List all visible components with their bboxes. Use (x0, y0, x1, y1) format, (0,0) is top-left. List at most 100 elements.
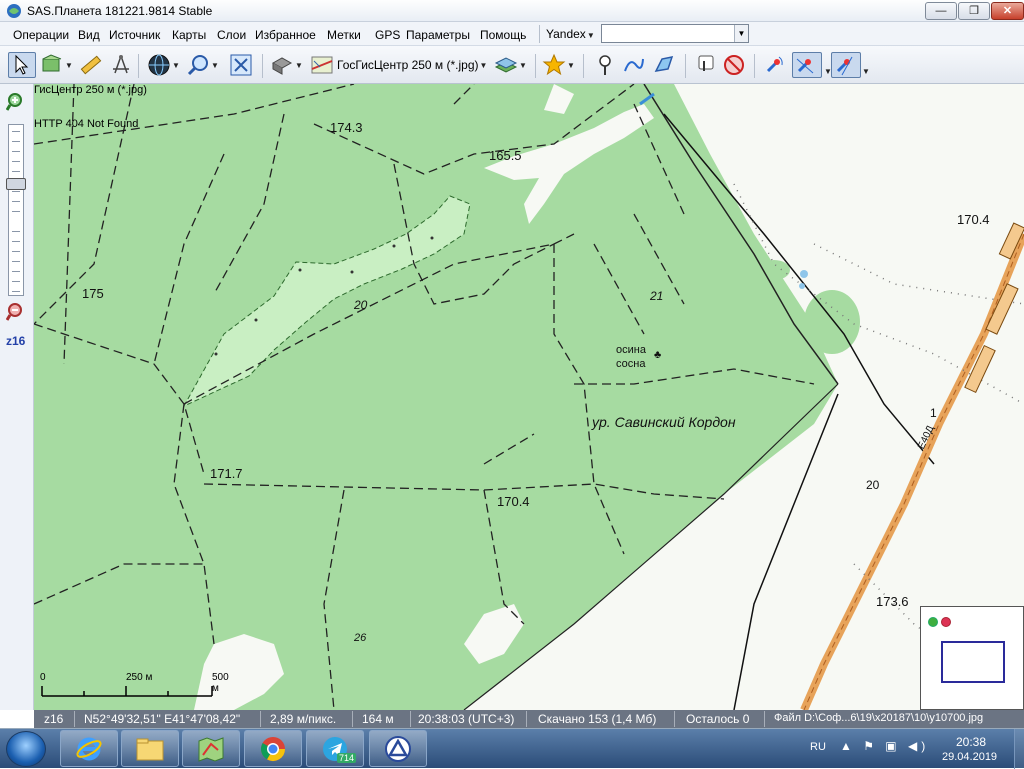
cursor-arrow-icon (15, 54, 29, 75)
search-history-chevron-icon[interactable]: ▼ (734, 25, 748, 42)
menu-favorites[interactable]: Избранное (255, 28, 316, 42)
status-separator (410, 711, 411, 727)
clock-time[interactable]: 20:38 (956, 735, 986, 749)
chevron-down-icon: ▼ (479, 60, 488, 70)
status-separator (526, 711, 527, 727)
select-area-tool-button[interactable]: ▼ (40, 52, 73, 78)
ruler-tool-button[interactable] (79, 52, 103, 78)
hide-marks-button[interactable] (722, 52, 746, 78)
taskbar-chrome-button[interactable] (244, 730, 302, 767)
zoom-in-icon[interactable] (6, 92, 26, 112)
toolbar-separator (535, 54, 536, 78)
map-source-dropdown[interactable]: ГосГисЦентр 250 м (*.jpg) ▼ (310, 52, 487, 78)
fullscreen-button[interactable] (229, 52, 253, 78)
toolbar-separator (138, 54, 139, 78)
menu-layers[interactable]: Слои (217, 28, 246, 42)
menu-maps[interactable]: Карты (172, 28, 206, 42)
layers-button[interactable]: ▼ (494, 52, 527, 78)
chevron-down-icon[interactable]: ▼ (861, 58, 870, 84)
search-provider-dropdown[interactable]: Yandex▼ (546, 25, 598, 43)
place-name-label: ур. Савинский Кордон (592, 414, 736, 430)
map-number-label: 1 (930, 406, 937, 420)
pin-icon (599, 55, 611, 75)
taskbar-ie-button[interactable] (60, 730, 118, 767)
folder-icon (136, 738, 164, 760)
fullscreen-icon (230, 54, 252, 76)
search-input[interactable]: ▼ (601, 24, 749, 43)
taskbar-sasplanet-button[interactable] (182, 730, 240, 767)
taskbar-explorer-button[interactable] (121, 730, 179, 767)
minimap-zoom-in-icon[interactable] (928, 617, 938, 627)
menu-gps[interactable]: GPS (375, 28, 400, 42)
sas-planet-app-icon (7, 4, 21, 18)
input-language-indicator[interactable]: RU (810, 741, 826, 753)
gps-connect-button[interactable] (762, 52, 786, 78)
status-separator (74, 711, 75, 727)
gps-track-button[interactable] (792, 52, 822, 78)
zoom-level-label: z16 (6, 334, 26, 348)
polygon-icon (654, 56, 674, 72)
start-button[interactable] (6, 731, 46, 767)
map-view[interactable]: ГисЦентр 250 м (*.jpg) HTTP 404 Not Foun… (34, 84, 1024, 710)
maximize-button[interactable]: ❐ (958, 2, 990, 20)
status-distance: 164 м (362, 712, 394, 726)
show-desktop-button[interactable] (1014, 729, 1024, 769)
menu-help[interactable]: Помощь (480, 28, 526, 42)
menu-operations[interactable]: Операции (13, 28, 69, 42)
elevation-label: 174.3 (330, 120, 363, 135)
topo-map-icon (311, 56, 333, 74)
marks-list-button[interactable] (694, 52, 718, 78)
zoom-slider-thumb[interactable] (6, 178, 26, 190)
scale-bar: 0 250 м 500 м (40, 672, 229, 702)
elevation-label: 165.5 (489, 148, 522, 163)
favorites-button[interactable]: ▼ (542, 52, 575, 78)
add-placemark-button[interactable] (593, 52, 617, 78)
compass-tool-button[interactable] (109, 52, 133, 78)
globe-icon (148, 54, 170, 76)
menu-settings[interactable]: Параметры (406, 28, 470, 42)
tile-source-button[interactable]: ▼ (270, 52, 303, 78)
zoom-slider-track[interactable] (8, 124, 24, 296)
gps-center-button[interactable] (831, 52, 861, 78)
map-tile-error-label: HTTP 404 Not Found (34, 118, 139, 130)
minimap-zoom-out-icon[interactable] (941, 617, 951, 627)
taskbar-app-button[interactable] (369, 730, 427, 767)
map-overlay-source-label: ГисЦентр 250 м (*.jpg) (34, 84, 147, 96)
internet-explorer-icon (76, 737, 102, 760)
status-time: 20:38:03 (UTC+3) (418, 712, 515, 726)
main-toolbar: ▼ ▼ ▼ ▼ ГосГисЦентр 250 м (*.jpg)▼ ▼ ▼ (0, 46, 1024, 84)
minimize-button[interactable]: — (925, 2, 957, 20)
close-button[interactable]: ✕ (991, 2, 1024, 20)
layers-icon (494, 57, 518, 73)
zoom-magnifier-button[interactable]: ▼ (186, 52, 219, 78)
no-marks-icon (724, 55, 744, 75)
add-polygon-button[interactable] (652, 52, 676, 78)
elevation-label: 173.6 (876, 594, 909, 609)
minimap[interactable] (920, 606, 1024, 710)
select-tool-button[interactable] (8, 52, 36, 78)
server-icon (271, 57, 293, 75)
zoom-out-icon[interactable] (6, 302, 26, 322)
tree-species-label: сосна (616, 358, 646, 370)
elevation-label: 171.7 (210, 466, 243, 481)
menu-source[interactable]: Источник (109, 28, 160, 42)
taskbar-telegram-button[interactable]: 714 (306, 730, 364, 767)
minimap-viewport[interactable] (941, 641, 1005, 683)
globe-button[interactable]: ▼ (147, 52, 180, 78)
menu-view[interactable]: Вид (78, 28, 100, 42)
chevron-down-icon: ▼ (586, 31, 595, 40)
toolbar-separator (262, 54, 263, 78)
status-file: Файл D:\Соф...6\19\x20187\10\y10700.jpg (774, 712, 984, 724)
window-title: SAS.Планета 181221.9814 Stable (27, 4, 213, 18)
scale-tick-label: 250 м (126, 672, 153, 683)
chevron-down-icon: ▼ (295, 60, 303, 70)
status-separator (260, 711, 261, 727)
tray-icons[interactable]: ▲ ⚑ ▣ ◀) (840, 739, 929, 753)
menu-marks[interactable]: Метки (327, 28, 361, 42)
clock-date[interactable]: 29.04.2019 (942, 751, 997, 763)
telegram-unread-badge: 714 (337, 753, 357, 763)
add-path-button[interactable] (622, 52, 646, 78)
path-icon (624, 58, 644, 72)
star-icon (542, 53, 566, 76)
select-area-icon (42, 54, 62, 72)
